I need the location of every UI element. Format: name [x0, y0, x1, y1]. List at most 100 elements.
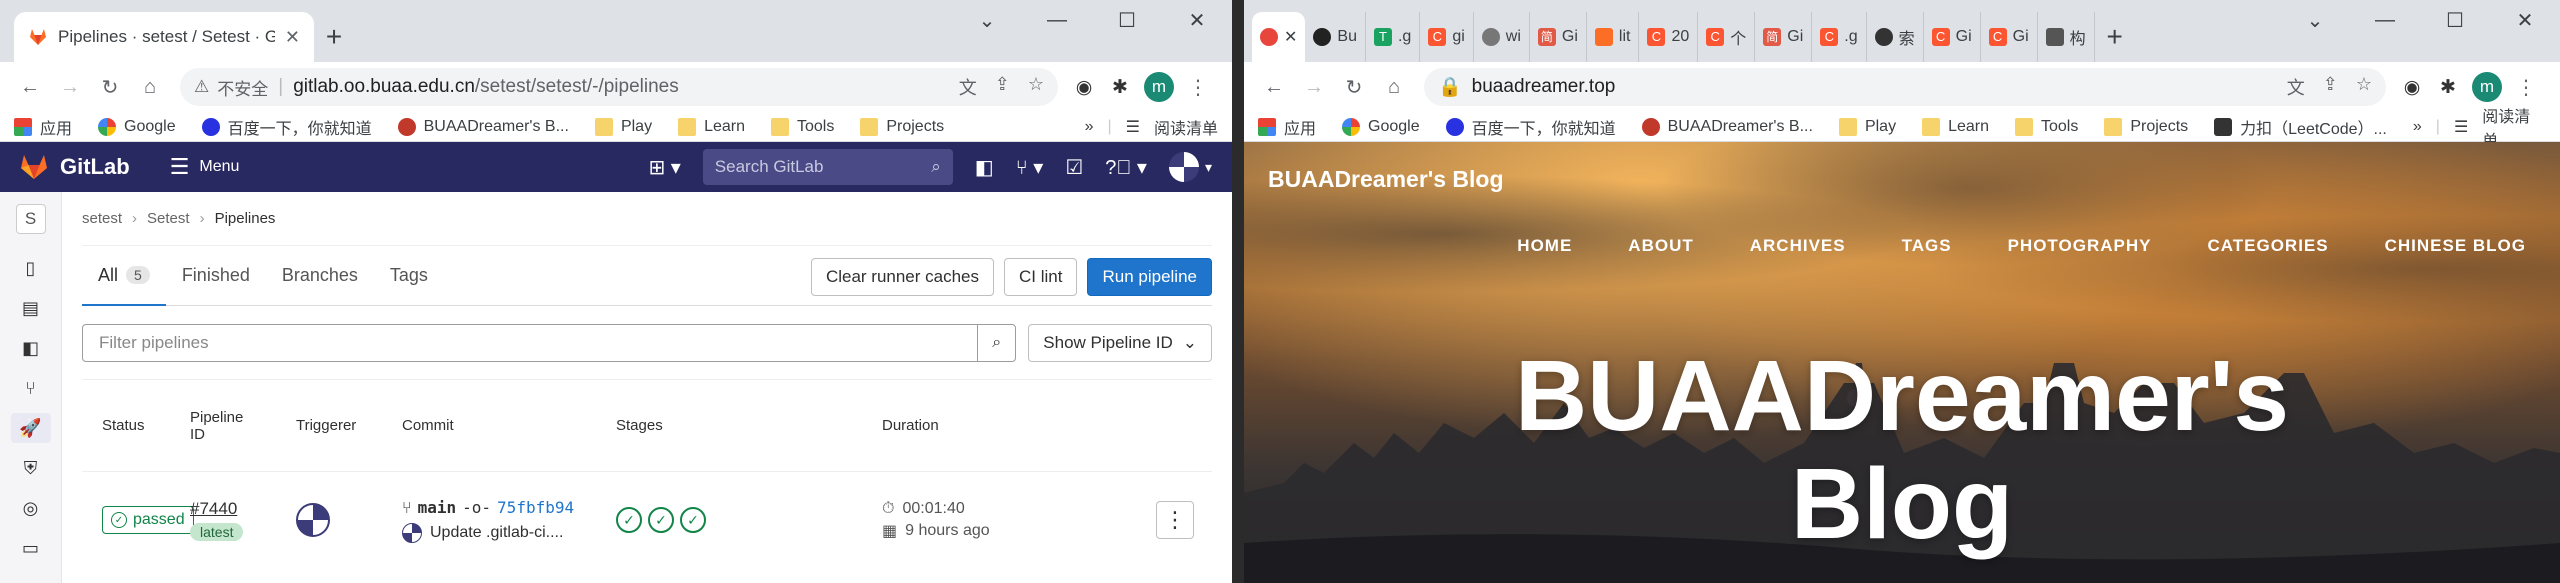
blog-brand[interactable]: BUAADreamer's Blog	[1268, 166, 1504, 193]
project-avatar[interactable]: S	[15, 204, 46, 234]
tab-jianshu[interactable]: 简 Gi	[1530, 12, 1587, 62]
extension-circle-icon[interactable]: ◉	[1070, 73, 1098, 101]
deployments-icon[interactable]: ◎	[11, 493, 51, 523]
tab-blog[interactable]: ✕	[1252, 12, 1306, 62]
close-window-button[interactable]: ✕	[2490, 0, 2560, 40]
bookmark-apps[interactable]: 应用	[14, 115, 72, 139]
monitor-icon[interactable]: ▭	[11, 533, 51, 563]
address-bar[interactable]: ⚠ 不安全 | gitlab.oo.buaa.edu.cn /setest/se…	[180, 68, 1058, 106]
address-bar[interactable]: 🔒 buaadreamer.top 文 ⇪ ☆	[1424, 68, 2386, 106]
bookmark-apps[interactable]: 应用	[1258, 115, 1316, 139]
tab-gitlab-pipelines[interactable]: Pipelines · setest / Setest · Git ✕	[14, 12, 314, 62]
ci-lint-button[interactable]: CI lint	[1004, 258, 1078, 296]
translate-icon[interactable]: 文	[2287, 74, 2305, 100]
reload-button[interactable]: ↻	[92, 69, 128, 105]
merge-request-sidebar-icon[interactable]: ⑂	[11, 373, 51, 403]
issues-icon[interactable]: ◧	[975, 155, 994, 180]
bookmark-folder-play[interactable]: Play	[594, 117, 652, 136]
back-button[interactable]: ←	[12, 69, 48, 105]
tab-globe[interactable]: wi	[1474, 12, 1530, 62]
home-button[interactable]: ⌂	[132, 69, 168, 105]
tab-csdn[interactable]: C .g	[1812, 12, 1867, 62]
profile-avatar[interactable]: m	[2472, 72, 2502, 102]
tab-gitlab[interactable]: lit	[1587, 12, 1640, 62]
bookmark-baidu[interactable]: 百度一下，你就知道	[201, 115, 372, 139]
rocket-icon[interactable]: 🚀	[10, 413, 51, 443]
bookmark-folder-play[interactable]: Play	[1838, 117, 1896, 136]
tab-csdn[interactable]: Cgi	[1420, 12, 1474, 62]
reading-list-icon[interactable]: ☰	[2454, 117, 2468, 137]
bookmark-folder-projects[interactable]: Projects	[860, 117, 944, 136]
reading-list-icon[interactable]: ☰	[1126, 117, 1140, 137]
gitlab-menu-button[interactable]: ☰ Menu	[170, 154, 240, 180]
tab-search-icon[interactable]: ⌄	[952, 0, 1022, 40]
reading-list-label[interactable]: 阅读清单	[1154, 115, 1218, 139]
nav-home[interactable]: HOME	[1517, 236, 1572, 256]
bookmarks-more-icon[interactable]: »	[1085, 118, 1094, 136]
new-tab-button[interactable]: +	[314, 12, 354, 62]
share-icon[interactable]: ⇪	[2323, 74, 2338, 100]
help-icon[interactable]: ?⃝ ▾	[1105, 155, 1147, 180]
file-icon[interactable]: ▤	[11, 293, 51, 323]
nav-about[interactable]: ABOUT	[1628, 236, 1693, 256]
tab-other[interactable]: 构	[2038, 12, 2095, 62]
tab-csdn[interactable]: C个	[1698, 12, 1756, 62]
browser-menu-icon[interactable]: ⋮	[2508, 69, 2544, 105]
tab-github[interactable]: Bu	[1305, 12, 1366, 62]
share-icon[interactable]: ⇪	[995, 74, 1010, 100]
more-actions-button[interactable]: ⋮	[1156, 501, 1194, 539]
bookmarks-more-icon[interactable]: »	[2413, 118, 2422, 136]
back-button[interactable]: ←	[1256, 69, 1292, 105]
bookmark-blog[interactable]: BUAADreamer's B...	[397, 117, 569, 136]
issues-sidebar-icon[interactable]: ◧	[11, 333, 51, 363]
tab-jianshu[interactable]: 简 Gi	[1755, 12, 1813, 62]
tab-branches[interactable]: Branches	[266, 245, 374, 305]
tab-all[interactable]: All 5	[82, 245, 166, 306]
bookmark-baidu[interactable]: 百度一下，你就知道	[1445, 115, 1616, 139]
stage-passed-icon[interactable]: ✓	[616, 507, 642, 533]
bookmark-star-icon[interactable]: ☆	[2356, 74, 2372, 100]
tab-close-icon[interactable]: ✕	[1284, 27, 1297, 47]
run-pipeline-button[interactable]: Run pipeline	[1087, 258, 1212, 296]
tab-csdn[interactable]: C Gi	[1981, 12, 2038, 62]
bookmark-google[interactable]: Google	[98, 117, 176, 136]
pipeline-id-dropdown[interactable]: Show Pipeline ID ⌄	[1028, 323, 1212, 362]
gitlab-logo[interactable]: GitLab	[20, 154, 130, 180]
nav-photography[interactable]: PHOTOGRAPHY	[2008, 236, 2152, 256]
extension-circle-icon[interactable]: ◉	[2398, 73, 2426, 101]
nav-chinese-blog[interactable]: CHINESE BLOG	[2385, 236, 2526, 256]
new-tab-button[interactable]: +	[2095, 12, 2135, 62]
commit-sha[interactable]: 75fbfb94	[497, 498, 574, 517]
bookmark-google[interactable]: Google	[1342, 117, 1420, 136]
maximize-button[interactable]: ☐	[2420, 0, 2490, 40]
bookmark-folder-projects[interactable]: Projects	[2104, 117, 2188, 136]
filter-search-icon[interactable]: ⌕	[977, 324, 1015, 361]
tab-search-icon[interactable]: ⌄	[2280, 0, 2350, 40]
status-badge[interactable]: ✓ passed	[102, 506, 194, 534]
clear-runner-caches-button[interactable]: Clear runner caches	[810, 258, 995, 296]
shield-icon[interactable]: ⛨	[11, 453, 51, 483]
bookmark-blog[interactable]: BUAADreamer's B...	[1641, 117, 1813, 136]
gitlab-search[interactable]: Search GitLab ⌕	[702, 149, 953, 185]
create-new-icon[interactable]: ⊞ ▾	[648, 155, 680, 180]
nav-tags[interactable]: TAGS	[1902, 236, 1952, 256]
forward-button[interactable]: →	[1296, 69, 1332, 105]
tab-close-icon[interactable]: ✕	[285, 27, 300, 48]
merge-requests-icon[interactable]: ⑂ ▾	[1016, 155, 1044, 180]
extensions-puzzle-icon[interactable]: ✱	[1106, 73, 1134, 101]
stage-passed-icon[interactable]: ✓	[648, 507, 674, 533]
minimize-button[interactable]: —	[1022, 0, 1092, 40]
reload-button[interactable]: ↻	[1336, 69, 1372, 105]
todo-icon[interactable]: ☑	[1065, 155, 1083, 180]
repository-icon[interactable]: ▯	[11, 253, 51, 283]
bookmark-folder-learn[interactable]: Learn	[1922, 117, 1989, 136]
breadcrumb-group[interactable]: setest	[82, 210, 122, 227]
breadcrumb-current[interactable]: Pipelines	[215, 210, 276, 227]
bookmark-folder-tools[interactable]: Tools	[770, 117, 834, 136]
tab-t[interactable]: T .g	[1366, 12, 1421, 62]
pipeline-link[interactable]: #7440	[190, 499, 237, 518]
commit-message[interactable]: Update .gitlab-ci....	[430, 524, 563, 542]
browser-menu-icon[interactable]: ⋮	[1180, 69, 1216, 105]
tab-finished[interactable]: Finished	[166, 245, 266, 305]
nav-archives[interactable]: ARCHIVES	[1750, 236, 1846, 256]
